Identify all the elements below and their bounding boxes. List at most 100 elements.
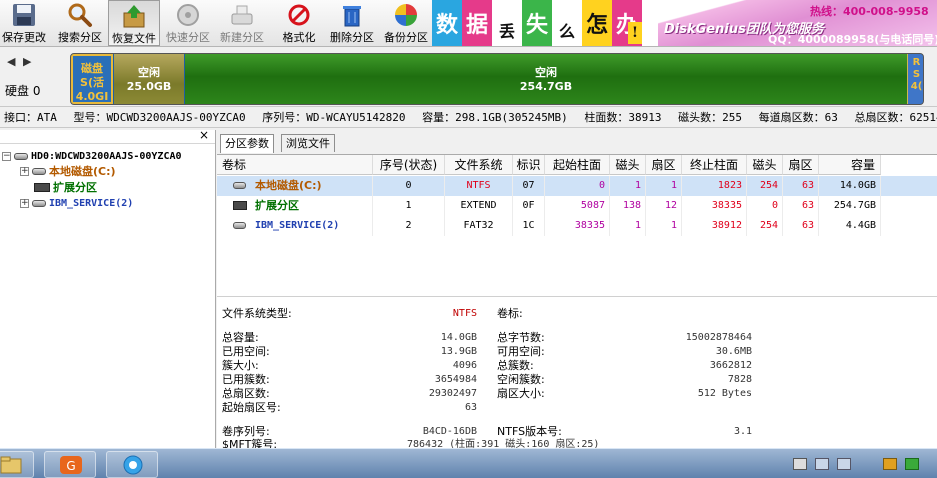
total-sectors-info: 总扇区数：625142448 xyxy=(854,111,937,124)
extended-partition-icon xyxy=(34,182,50,192)
segment-free-space-2[interactable]: 空闲 254.7GB xyxy=(185,54,907,104)
toolbar: 保存更改 搜索分区 恢复文件 快速分区 新建分区 格式化 删除分区 备份分区 数… xyxy=(0,0,937,47)
collapse-icon[interactable]: − xyxy=(2,151,11,161)
cell-end-head: 254 xyxy=(747,176,783,196)
cell-end-sector: 63 xyxy=(783,196,819,216)
tree-item-local-disk-c[interactable]: + 本地磁盘(C:) xyxy=(20,163,116,179)
total-bytes-label: 总字节数: xyxy=(497,331,545,344)
save-changes-button[interactable]: 保存更改 xyxy=(0,0,48,46)
search-partition-button[interactable]: 搜索分区 xyxy=(54,0,106,46)
expand-icon[interactable]: + xyxy=(20,166,29,176)
tree-item-ibm-service[interactable]: + IBM_SERVICE(2) xyxy=(20,195,133,211)
banner-tile: 失 xyxy=(522,0,552,46)
serial-info: 序列号：WD-WCAYU5142820 xyxy=(262,111,406,124)
column-header[interactable]: 起始柱面 xyxy=(545,155,610,175)
sector-size-value: 512 Bytes xyxy=(697,388,752,399)
disk-map-bar: ◀ ▶ 硬盘 0 磁盘 S(活 4.0GI 空闲 25.0GB 空闲 254.7… xyxy=(0,47,937,107)
diskgenius-ad-banner[interactable]: 数 据 丢 失 么 怎 办 ! DiskGenius团队为您服务 热线：400-… xyxy=(432,0,937,46)
cell-capacity: 4.4GB xyxy=(819,216,881,236)
column-header[interactable]: 卷标 xyxy=(217,155,373,175)
column-header[interactable]: 磁头 xyxy=(610,155,646,175)
used-space-value: 13.9GB xyxy=(440,346,477,357)
svg-text:G: G xyxy=(66,459,75,473)
cylinders-info: 柱面数：38913 xyxy=(584,111,662,124)
cell-index: 1 xyxy=(373,196,445,216)
column-header[interactable]: 容量 xyxy=(819,155,881,175)
cell-end-sector: 63 xyxy=(783,216,819,236)
cell-start-sector: 1 xyxy=(646,176,682,196)
used-clusters-value: 3654984 xyxy=(434,374,477,385)
keyboard-icon[interactable] xyxy=(793,458,807,470)
hard-disk-icon xyxy=(14,152,28,160)
cell-file-system: NTFS xyxy=(445,176,513,196)
quick-partition-label: 快速分区 xyxy=(166,31,210,44)
total-sectors-value: 29302497 xyxy=(428,388,477,399)
next-disk-arrow-icon[interactable]: ▶ xyxy=(23,55,31,68)
cell-start-cylinder: 0 xyxy=(545,176,610,196)
ntfs-version-label: NTFS版本号: xyxy=(497,425,562,438)
total-bytes-value: 15002878464 xyxy=(685,332,752,343)
windows-taskbar: G xyxy=(0,448,937,478)
cell-end-cylinder: 1823 xyxy=(682,176,747,196)
cell-id: 07 xyxy=(513,176,545,196)
close-icon[interactable]: × xyxy=(199,128,209,142)
column-header[interactable]: 终止柱面 xyxy=(682,155,747,175)
tree-item-label: IBM_SERVICE(2) xyxy=(49,197,134,209)
partition-details-pane: 文件系统类型: NTFS 卷标: 总容量: 14.0GB 已用空间: 13.9G… xyxy=(217,296,937,451)
taskbar-item-folder[interactable] xyxy=(0,451,34,478)
recover-files-label: 恢复文件 xyxy=(112,32,156,45)
cell-end-sector: 63 xyxy=(783,176,819,196)
volume-label-label: 卷标: xyxy=(497,307,523,320)
network-icon[interactable] xyxy=(815,458,829,470)
partition-icon xyxy=(32,199,46,207)
format-button[interactable]: 格式化 xyxy=(274,0,324,46)
table-row[interactable]: 扩展分区 1 EXTEND 0F 5087 138 12 38335 0 63 … xyxy=(217,196,937,216)
delete-partition-button[interactable]: 删除分区 xyxy=(326,0,378,46)
tree-item-hd0[interactable]: − HD0:WDCWD3200AAJS-00YZCA0 xyxy=(2,148,182,164)
column-header[interactable]: 扇区 xyxy=(646,155,682,175)
start-sector-label: 起始扇区号: xyxy=(222,401,281,414)
column-header[interactable]: 标识 xyxy=(513,155,545,175)
column-header[interactable]: 文件系统 xyxy=(445,155,513,175)
disk-quick-icon xyxy=(177,4,199,26)
column-header[interactable]: 序号(状态) xyxy=(373,155,445,175)
new-partition-icon xyxy=(231,5,253,25)
ntfs-version-value: 3.1 xyxy=(733,426,752,437)
taskbar-item-browser[interactable] xyxy=(106,451,158,478)
table-row[interactable]: 本地磁盘(C:) 0 NTFS 07 0 1 1 1823 254 63 14.… xyxy=(217,176,937,196)
tab-browse-files[interactable]: 浏览文件 xyxy=(281,134,335,152)
fs-type-value: NTFS xyxy=(452,308,477,319)
banner-hotline: 热线：400-008-9958 xyxy=(810,5,929,18)
volume-icon[interactable] xyxy=(837,458,851,470)
magnifier-icon xyxy=(68,3,92,27)
new-partition-button[interactable]: 新建分区 xyxy=(216,0,268,46)
recover-files-button[interactable]: 恢复文件 xyxy=(108,0,160,46)
tree-item-extended-partition[interactable]: 扩展分区 xyxy=(34,179,97,195)
format-icon xyxy=(288,4,310,26)
column-header[interactable]: 扇区 xyxy=(783,155,819,175)
cell-start-head: 138 xyxy=(610,196,646,216)
segment-local-disk-c[interactable]: 磁盘 S(活 4.0GI xyxy=(71,54,113,104)
column-header[interactable]: 磁头 xyxy=(747,155,783,175)
backup-partition-button[interactable]: 备份分区 xyxy=(380,0,432,46)
taskbar-item-diskgenius[interactable]: G xyxy=(44,451,96,478)
fs-type-label: 文件系统类型: xyxy=(222,307,292,320)
model-info: 型号：WDCWD3200AAJS-00YZCA0 xyxy=(73,111,246,124)
banner-tile: 么 xyxy=(552,0,582,46)
tab-partition-parameters[interactable]: 分区参数 xyxy=(220,134,274,153)
table-row[interactable]: IBM_SERVICE(2) 2 FAT32 1C 38335 1 1 3891… xyxy=(217,216,937,236)
backup-partition-label: 备份分区 xyxy=(384,31,428,44)
segment-ibm-service[interactable]: R S 4( xyxy=(907,54,923,104)
expand-icon[interactable]: + xyxy=(20,198,29,208)
shield-icon[interactable] xyxy=(883,458,897,470)
segment-text: S xyxy=(912,69,921,80)
disk-tree-pane: × − HD0:WDCWD3200AAJS-00YZCA0 + 本地磁盘(C:)… xyxy=(0,128,216,448)
segment-size: 25.0GB xyxy=(126,80,172,93)
segment-text: 4.0GI xyxy=(75,90,109,103)
security-check-icon[interactable] xyxy=(905,458,919,470)
interface-info: 接口：ATA xyxy=(4,111,57,124)
sector-size-label: 扇区大小: xyxy=(497,387,545,400)
previous-disk-arrow-icon[interactable]: ◀ xyxy=(7,55,15,68)
segment-free-space-1[interactable]: 空闲 25.0GB xyxy=(114,54,184,104)
quick-partition-button[interactable]: 快速分区 xyxy=(162,0,214,46)
